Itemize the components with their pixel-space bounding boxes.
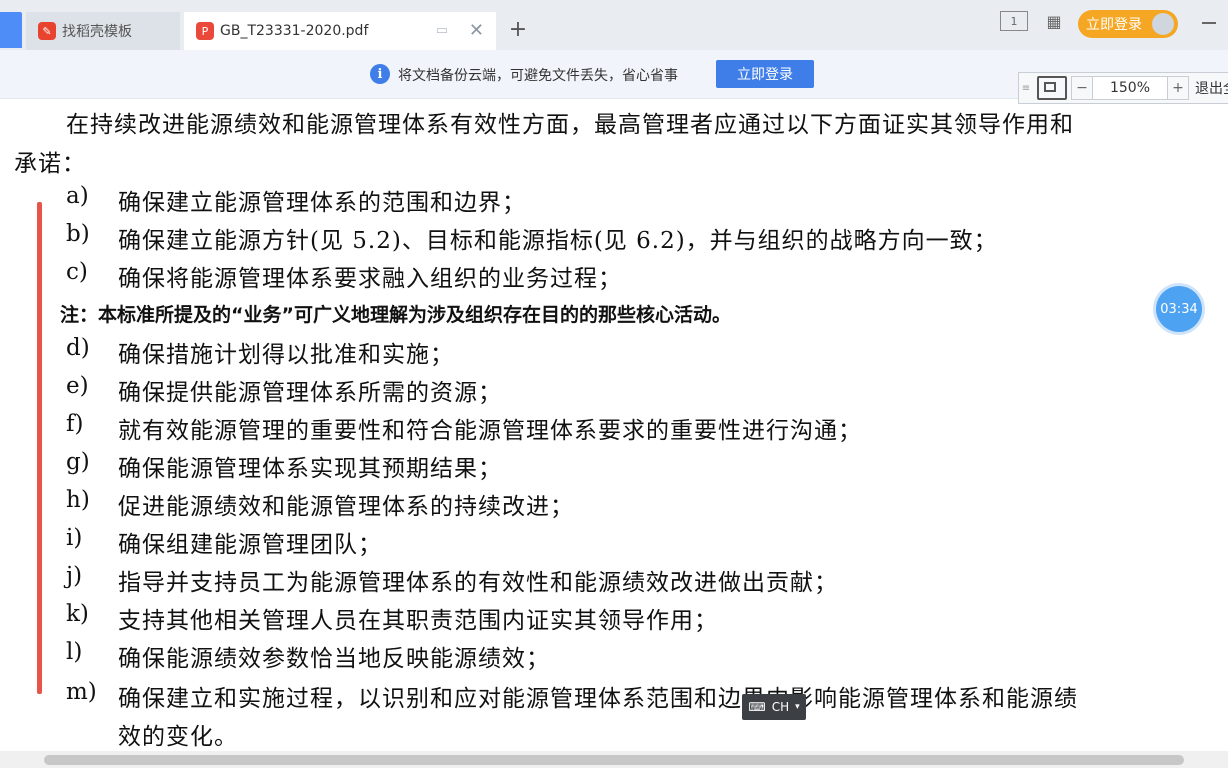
intro-line-2: 承诺： xyxy=(14,151,86,177)
list-item: 确保组建能源管理团队； xyxy=(118,532,382,558)
list-item: 确保提供能源管理体系所需的资源； xyxy=(118,380,502,406)
home-tab[interactable] xyxy=(0,12,22,48)
tab-daoke-templates[interactable]: ✎ 找稻壳模板 xyxy=(26,12,180,50)
ime-indicator[interactable]: ⌨ CH ▾ xyxy=(742,694,806,720)
info-icon: i xyxy=(370,64,390,84)
item-label: d) xyxy=(66,335,90,361)
close-tab-icon[interactable]: ✕ xyxy=(469,20,484,41)
keyboard-icon: ⌨ xyxy=(748,700,766,714)
timer-badge[interactable]: 03:34 xyxy=(1156,286,1202,332)
item-label: e) xyxy=(66,373,89,399)
item-label: m) xyxy=(66,679,97,705)
intro-line-1: 在持续改进能源绩效和能源管理体系有效性方面，最高管理者应通过以下方面证实其领导作… xyxy=(66,112,1074,138)
login-button[interactable]: 立即登录 xyxy=(1078,10,1178,38)
item-label: a) xyxy=(66,183,89,209)
item-label: i) xyxy=(66,525,83,551)
zoom-in-button[interactable]: + xyxy=(1167,76,1189,100)
horizontal-scrollbar[interactable] xyxy=(0,751,1228,768)
list-item: 确保措施计划得以批准和实施； xyxy=(118,342,454,368)
item-label: j) xyxy=(66,563,83,589)
list-item: 确保建立能源方针(见 5.2)、目标和能源指标(见 6.2)，并与组织的战略方向… xyxy=(118,228,998,254)
fit-page-icon[interactable] xyxy=(1037,76,1067,100)
list-item: 就有效能源管理的重要性和符合能源管理体系要求的重要性进行沟通； xyxy=(118,418,862,444)
new-tab-icon[interactable]: + xyxy=(506,17,530,42)
list-item-continuation: 效的变化。 xyxy=(118,724,238,750)
pin-icon[interactable]: ▭ xyxy=(436,23,448,38)
tab-label: 找稻壳模板 xyxy=(62,24,132,40)
avatar xyxy=(1152,13,1174,35)
list-item: 促进能源绩效和能源管理体系的持续改进； xyxy=(118,494,574,520)
pdf-icon: P xyxy=(196,22,214,40)
list-item: 指导并支持员工为能源管理体系的有效性和能源绩效改进做出贡献； xyxy=(118,570,838,596)
scrollbar-thumb[interactable] xyxy=(44,755,1184,765)
zoom-toolbar: ≡ − 150% + 退出全 xyxy=(1018,72,1228,104)
item-label: h) xyxy=(66,487,90,513)
list-item: 确保能源管理体系实现其预期结果； xyxy=(118,456,502,482)
tab-bar: ✎ 找稻壳模板 P GB_T23331-2020.pdf ▭ ✕ + 1 ▦ 立… xyxy=(0,0,1228,50)
exit-fullscreen-button[interactable]: 退出全 xyxy=(1195,78,1228,98)
ime-label: CH xyxy=(771,700,790,714)
item-label: k) xyxy=(66,601,89,627)
tab-pdf-document[interactable]: P GB_T23331-2020.pdf ▭ ✕ xyxy=(184,12,496,50)
toolbar-menu-icon[interactable]: ≡ xyxy=(1019,83,1033,94)
login-label: 立即登录 xyxy=(1086,17,1142,33)
item-label: f) xyxy=(66,411,84,437)
list-item: 确保建立和实施过程，以识别和应对能源管理体系范围和边界内影响能源管理体系和能源绩 xyxy=(118,686,1078,712)
item-label: g) xyxy=(66,449,90,475)
minimize-icon[interactable] xyxy=(1202,22,1216,24)
list-item: 确保建立能源管理体系的范围和边界； xyxy=(118,190,526,216)
window-tools: 1 ▦ xyxy=(1000,10,1068,32)
notice-text: 将文档备份云端，可避免文件丢失，省心省事 xyxy=(398,68,678,84)
notice-login-button[interactable]: 立即登录 xyxy=(716,60,814,88)
list-item: 确保将能源管理体系要求融入组织的业务过程； xyxy=(118,266,622,292)
tab-label: GB_T23331-2020.pdf xyxy=(220,23,369,39)
pdf-page: 在持续改进能源绩效和能源管理体系有效性方面，最高管理者应通过以下方面证实其领导作… xyxy=(0,99,1228,751)
page-view-icon[interactable]: 1 xyxy=(1000,11,1028,31)
note-text: 注：本标准所提及的“业务”可广义地理解为涉及组织存在目的的那些核心活动。 xyxy=(60,304,731,326)
zoom-level[interactable]: 150% xyxy=(1093,76,1167,100)
item-label: c) xyxy=(66,259,88,285)
daoke-logo-icon: ✎ xyxy=(38,22,56,40)
item-label: l) xyxy=(66,639,83,665)
zoom-out-button[interactable]: − xyxy=(1071,76,1093,100)
list-item: 确保能源绩效参数恰当地反映能源绩效； xyxy=(118,646,550,672)
chevron-down-icon: ▾ xyxy=(795,702,800,712)
item-label: b) xyxy=(66,221,90,247)
annotation-bar xyxy=(37,202,42,694)
list-item: 支持其他相关管理人员在其职责范围内证实其领导作用； xyxy=(118,608,718,634)
grid-apps-icon[interactable]: ▦ xyxy=(1040,10,1068,32)
